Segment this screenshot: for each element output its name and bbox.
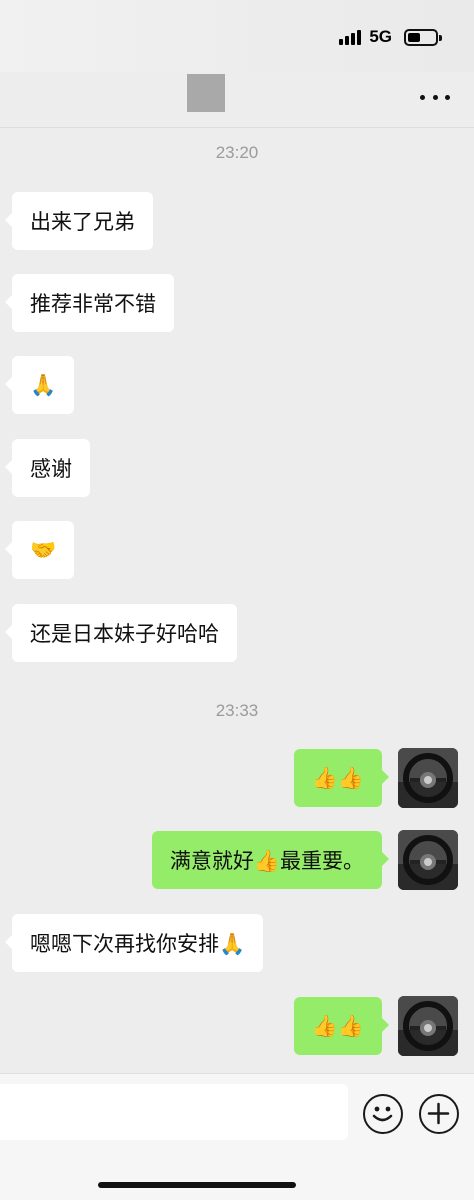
incoming-message[interactable]: 出来了兄弟 [5,192,153,250]
battery-icon [404,28,442,46]
status-bar: 5G [0,0,474,72]
self-avatar[interactable] [398,748,458,808]
steering-wheel-avatar-image [398,830,458,890]
incoming-message[interactable]: 推荐非常不错 [5,274,174,332]
plus-circle-icon[interactable] [419,1094,459,1134]
incoming-message[interactable]: 🤝 [4,521,75,579]
network-type: 5G [369,27,392,46]
contact-avatar[interactable] [187,74,225,112]
steering-wheel-avatar-image [398,748,458,808]
home-indicator[interactable] [98,1182,296,1188]
chat-area[interactable]: 23:20 出来了兄弟 推荐非常不错 🙏 感谢 🤝 还是日本妹子好哈哈 23:3… [0,129,474,1073]
self-avatar[interactable] [398,830,458,890]
incoming-message[interactable]: 🙏 [4,356,75,414]
battery-level [408,32,420,42]
outgoing-message[interactable]: 满意就好👍最重要。 [151,831,390,889]
incoming-message[interactable]: 嗯嗯下次再找你安排🙏 [4,914,264,972]
status-indicators: 5G [339,26,442,48]
chat-header [0,72,474,128]
emoji-smile-icon[interactable] [363,1094,403,1134]
steering-wheel-avatar-image [398,996,458,1056]
self-avatar[interactable] [398,996,458,1056]
timestamp: 23:33 [215,701,259,720]
incoming-message[interactable]: 感谢 [5,439,90,497]
timestamp: 23:20 [215,143,259,162]
incoming-message[interactable]: 还是日本妹子好哈哈 [5,604,237,662]
outgoing-message[interactable]: 👍👍 [293,997,390,1055]
input-bar [0,1073,474,1200]
more-dots-icon[interactable] [420,86,450,108]
outgoing-message[interactable]: 👍👍 [293,749,390,807]
signal-icon [339,29,362,45]
message-input[interactable] [0,1084,348,1140]
